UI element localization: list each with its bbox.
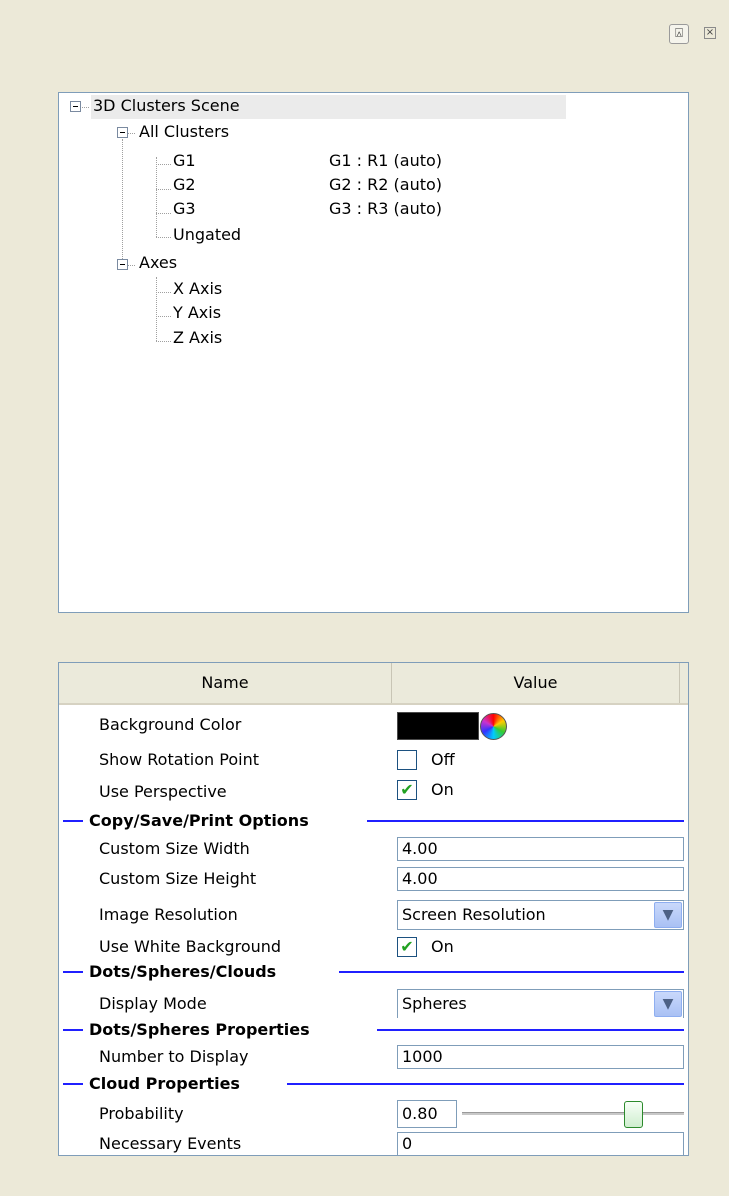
category-label: Dots/Spheres Properties — [89, 1019, 316, 1041]
use-white-background-checkbox[interactable]: ✔ — [397, 937, 417, 957]
tree-node-y-axis[interactable]: Y Axis — [173, 303, 221, 322]
column-header-value[interactable]: Value — [392, 663, 680, 703]
property-name: Number to Display — [99, 1047, 249, 1066]
category-line — [63, 820, 83, 822]
category-line — [63, 971, 83, 973]
tree-line — [156, 213, 171, 214]
tree-line — [156, 341, 171, 342]
probability-input[interactable]: 0.80 — [397, 1100, 457, 1128]
image-resolution-value: Screen Resolution — [402, 905, 546, 924]
property-name: Background Color — [99, 715, 242, 734]
collapse-icon[interactable] — [70, 101, 81, 112]
tree-line — [156, 292, 171, 293]
number-to-display-input[interactable]: 1000 — [397, 1045, 684, 1069]
pin-icon: ⍓ — [675, 26, 683, 41]
property-name: Probability — [99, 1104, 184, 1123]
category-line — [377, 1029, 684, 1031]
property-row-image-resolution: Image Resolution Screen Resolution ▼ — [59, 899, 688, 931]
custom-size-width-input[interactable]: 4.00 — [397, 837, 684, 861]
tree-node-g2[interactable]: G2 — [173, 175, 196, 194]
color-picker-icon[interactable] — [480, 713, 507, 740]
property-row-background-color: Background Color — [59, 711, 688, 740]
show-rotation-point-checkbox[interactable] — [397, 750, 417, 770]
property-name: Show Rotation Point — [99, 750, 259, 769]
display-mode-select[interactable]: Spheres ▼ — [397, 989, 684, 1019]
property-row-display-mode: Display Mode Spheres ▼ — [59, 988, 688, 1020]
category-line — [339, 971, 684, 973]
tree-node-z-axis[interactable]: Z Axis — [173, 328, 222, 347]
category-copy-save-print[interactable]: Copy/Save/Print Options — [59, 810, 688, 832]
use-perspective-state: On — [431, 780, 454, 799]
tree-node-3d-clusters-scene[interactable]: 3D Clusters Scene — [93, 96, 240, 115]
probability-slider-thumb[interactable] — [624, 1101, 643, 1128]
property-name: Custom Size Height — [99, 869, 257, 888]
category-label: Dots/Spheres/Clouds — [89, 961, 283, 983]
probability-slider-track[interactable] — [462, 1112, 684, 1115]
tree-node-g1[interactable]: G1 — [173, 151, 196, 170]
tree-line — [156, 316, 171, 317]
custom-size-height-input[interactable]: 4.00 — [397, 867, 684, 891]
category-line — [63, 1083, 83, 1085]
property-row-custom-size-width: Custom Size Width 4.00 — [59, 835, 688, 863]
property-row-use-white-background: Use White Background ✔ On — [59, 933, 688, 961]
property-name: Use White Background — [99, 937, 282, 956]
property-row-number-to-display: Number to Display 1000 — [59, 1043, 688, 1071]
property-row-probability: Probability 0.80 — [59, 1098, 688, 1130]
tree-node-g3-value: G3 : R3 (auto) — [329, 199, 443, 218]
property-row-use-perspective: Use Perspective ✔ On — [59, 778, 688, 806]
chevron-down-icon[interactable]: ▼ — [654, 991, 682, 1017]
category-dots-spheres-clouds[interactable]: Dots/Spheres/Clouds — [59, 961, 688, 983]
property-row-necessary-events: Necessary Events 0 — [59, 1130, 688, 1158]
scene-tree[interactable]: 3D Clusters Scene All Clusters G1 G1 : R… — [58, 92, 689, 613]
property-name: Necessary Events — [99, 1134, 242, 1153]
category-line — [367, 820, 684, 822]
tree-line — [156, 237, 171, 238]
tree-node-x-axis[interactable]: X Axis — [173, 279, 222, 298]
category-line — [287, 1083, 684, 1085]
property-row-show-rotation-point: Show Rotation Point Off — [59, 746, 688, 774]
image-resolution-select[interactable]: Screen Resolution ▼ — [397, 900, 684, 930]
tree-node-all-clusters[interactable]: All Clusters — [139, 122, 229, 141]
category-label: Cloud Properties — [89, 1073, 246, 1095]
collapse-icon[interactable] — [117, 259, 128, 270]
property-grid: Name Value Background Color Show Rotatio… — [58, 662, 689, 1020]
tree-node-g3[interactable]: G3 — [173, 199, 196, 218]
category-dots-spheres-properties[interactable]: Dots/Spheres Properties — [59, 1019, 688, 1041]
property-row-custom-size-height: Custom Size Height 4.00 — [59, 865, 688, 893]
tree-line — [122, 139, 123, 263]
tree-line — [156, 277, 157, 341]
property-name: Image Resolution — [99, 905, 238, 924]
close-button[interactable]: × — [704, 27, 716, 39]
grid-header: Name Value — [59, 663, 688, 705]
tree-node-g1-value: G1 : R1 (auto) — [329, 151, 443, 170]
category-cloud-properties[interactable]: Cloud Properties — [59, 1073, 688, 1095]
column-header-name[interactable]: Name — [59, 663, 392, 703]
display-mode-value: Spheres — [402, 994, 467, 1013]
tree-node-axes[interactable]: Axes — [139, 253, 177, 272]
show-rotation-point-state: Off — [431, 750, 455, 769]
necessary-events-input[interactable]: 0 — [397, 1132, 684, 1156]
tree-line — [156, 189, 171, 190]
use-perspective-checkbox[interactable]: ✔ — [397, 780, 417, 800]
property-name: Display Mode — [99, 994, 207, 1013]
tree-node-ungated[interactable]: Ungated — [173, 225, 241, 244]
category-label: Copy/Save/Print Options — [89, 810, 315, 832]
use-white-background-state: On — [431, 937, 454, 956]
collapse-icon[interactable] — [117, 127, 128, 138]
close-icon: × — [705, 27, 715, 38]
tree-line — [156, 157, 157, 237]
property-name: Use Perspective — [99, 782, 227, 801]
background-color-swatch[interactable] — [397, 712, 479, 740]
pin-button[interactable]: ⍓ — [669, 24, 689, 44]
chevron-down-icon[interactable]: ▼ — [654, 902, 682, 928]
category-line — [63, 1029, 83, 1031]
tree-line — [156, 164, 171, 165]
property-grid-lower: Dots/Spheres Properties Number to Displa… — [58, 1018, 689, 1156]
property-name: Custom Size Width — [99, 839, 250, 858]
tree-node-g2-value: G2 : R2 (auto) — [329, 175, 443, 194]
